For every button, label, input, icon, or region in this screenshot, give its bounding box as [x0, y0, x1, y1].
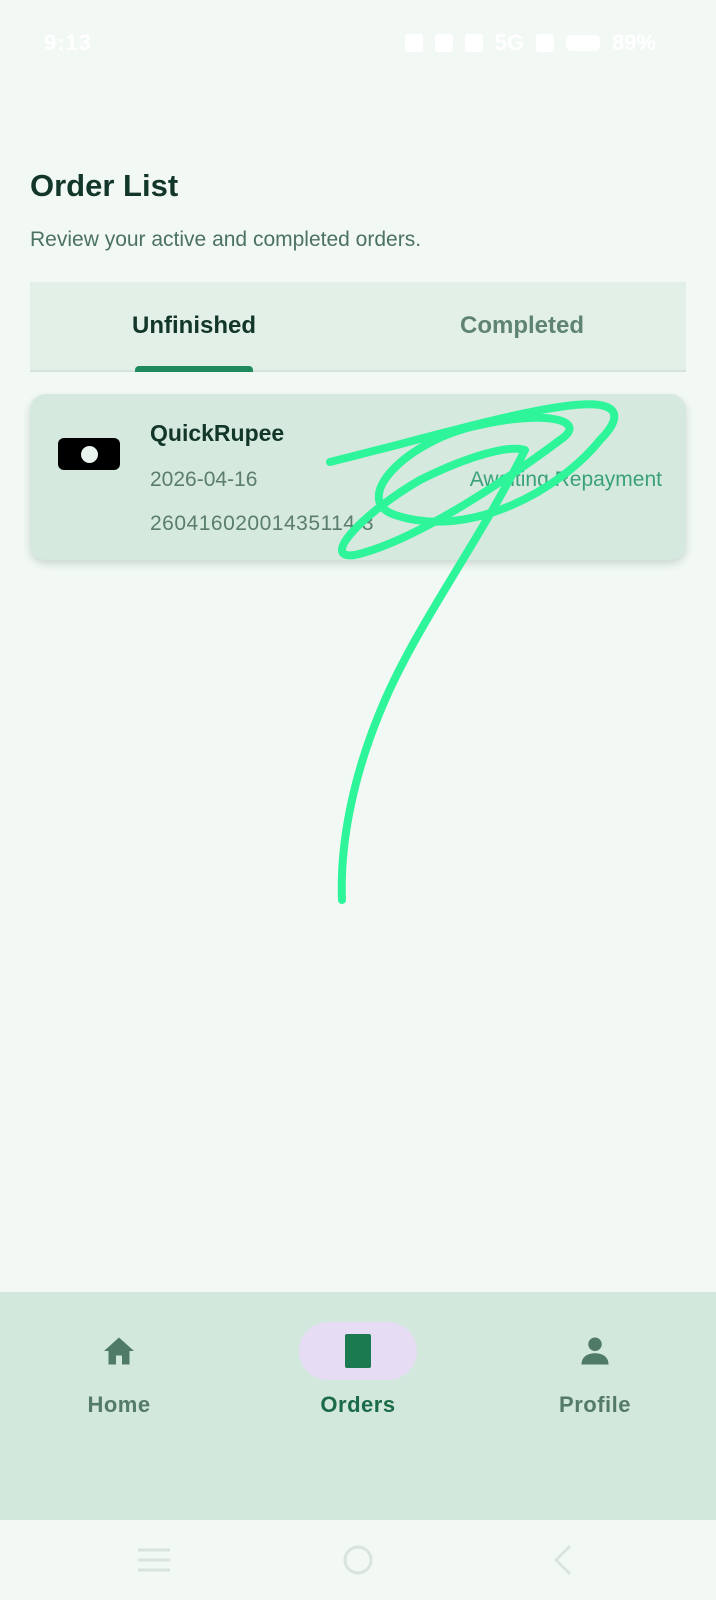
nav-orders[interactable]: Orders — [268, 1322, 448, 1432]
tab-unfinished-label: Unfinished — [132, 312, 256, 339]
status-icons: 5G 89% — [404, 30, 656, 56]
page-subtitle: Review your active and completed orders. — [30, 228, 422, 251]
system-nav-bar — [0, 1520, 716, 1600]
recent-apps-button[interactable] — [134, 1542, 174, 1578]
order-tabs: Unfinished Completed — [30, 282, 686, 372]
alarm-icon — [434, 34, 453, 52]
battery-icon — [565, 35, 600, 51]
cash-icon — [58, 438, 120, 470]
nav-home[interactable]: Home — [29, 1322, 209, 1432]
system-home-button[interactable] — [338, 1542, 378, 1578]
home-icon — [104, 1337, 134, 1365]
network-label: 5G — [494, 30, 524, 55]
nav-orders-icon-wrap — [299, 1322, 417, 1380]
bluetooth-icon — [404, 34, 423, 52]
nav-home-label: Home — [87, 1392, 151, 1417]
order-status: Awaiting Repayment — [469, 468, 662, 491]
tab-unfinished[interactable]: Unfinished — [30, 282, 358, 372]
nav-profile-icon-wrap — [536, 1322, 654, 1380]
status-bar: 9:13 5G 89% — [0, 0, 716, 86]
menu-icon — [138, 1548, 170, 1572]
nav-profile[interactable]: Profile — [505, 1322, 685, 1432]
order-date: 2026-04-16 — [150, 468, 258, 491]
profile-icon — [581, 1337, 609, 1365]
nav-orders-label: Orders — [320, 1392, 396, 1417]
tab-completed[interactable]: Completed — [358, 282, 686, 370]
orders-icon — [345, 1334, 371, 1368]
circle-icon — [343, 1545, 373, 1575]
battery-level: 89% — [611, 30, 656, 55]
system-back-button[interactable] — [544, 1542, 584, 1578]
page-title: Order List — [30, 168, 179, 203]
bottom-nav: Home Orders Profile — [0, 1292, 716, 1520]
order-card[interactable]: QuickRupee 2026-04-16 26041602001435114 … — [30, 394, 686, 560]
tab-completed-label: Completed — [459, 312, 584, 339]
order-number: 26041602001435114 3 — [150, 512, 375, 535]
signal-icon — [535, 34, 554, 52]
data-icon — [464, 34, 483, 52]
status-time: 9:13 — [44, 30, 93, 55]
back-chevron-icon — [553, 1544, 572, 1576]
nav-home-icon-wrap — [60, 1322, 178, 1380]
active-tab-indicator — [135, 366, 253, 372]
lender-name: QuickRupee — [150, 420, 285, 446]
nav-profile-label: Profile — [559, 1392, 631, 1417]
